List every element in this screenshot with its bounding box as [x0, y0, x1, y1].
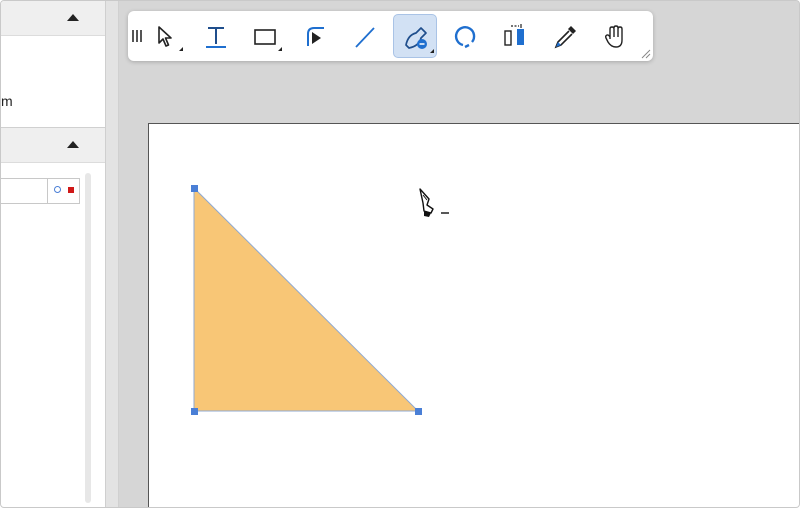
curve-corner-icon	[307, 27, 324, 46]
text-tool[interactable]	[194, 14, 238, 58]
pen-remove-point-cursor-icon	[419, 188, 449, 217]
line-icon	[355, 27, 375, 48]
pen-tool[interactable]	[393, 14, 437, 58]
hand-icon	[604, 25, 623, 48]
eyedropper-icon	[554, 26, 576, 49]
vertex-handle-bottom-left[interactable]	[191, 408, 198, 415]
toolbar-drag-grip-icon[interactable]	[132, 30, 142, 42]
hand-tool[interactable]	[593, 14, 637, 58]
arrow-pointer-icon	[158, 26, 183, 51]
align-bars-icon	[504, 24, 524, 46]
app-window: m	[0, 0, 800, 508]
resize-grip-icon[interactable]	[641, 49, 651, 59]
vertex-handle-top[interactable]	[191, 185, 198, 192]
rectangle-tool[interactable]	[243, 14, 287, 58]
rectangle-icon	[254, 29, 282, 51]
vertex-handle-bottom-right[interactable]	[415, 408, 422, 415]
drawing-toolbar	[128, 11, 653, 61]
align-tool[interactable]	[493, 14, 537, 58]
text-t-icon	[206, 27, 226, 48]
lasso-tool[interactable]	[443, 14, 487, 58]
eyedropper-tool[interactable]	[543, 14, 587, 58]
select-tool[interactable]	[144, 14, 188, 58]
lasso-icon	[454, 26, 476, 49]
pen-nib-icon	[405, 27, 434, 53]
line-tool[interactable]	[343, 14, 387, 58]
triangle-shape[interactable]	[1, 1, 800, 508]
connector-tool[interactable]	[293, 14, 337, 58]
